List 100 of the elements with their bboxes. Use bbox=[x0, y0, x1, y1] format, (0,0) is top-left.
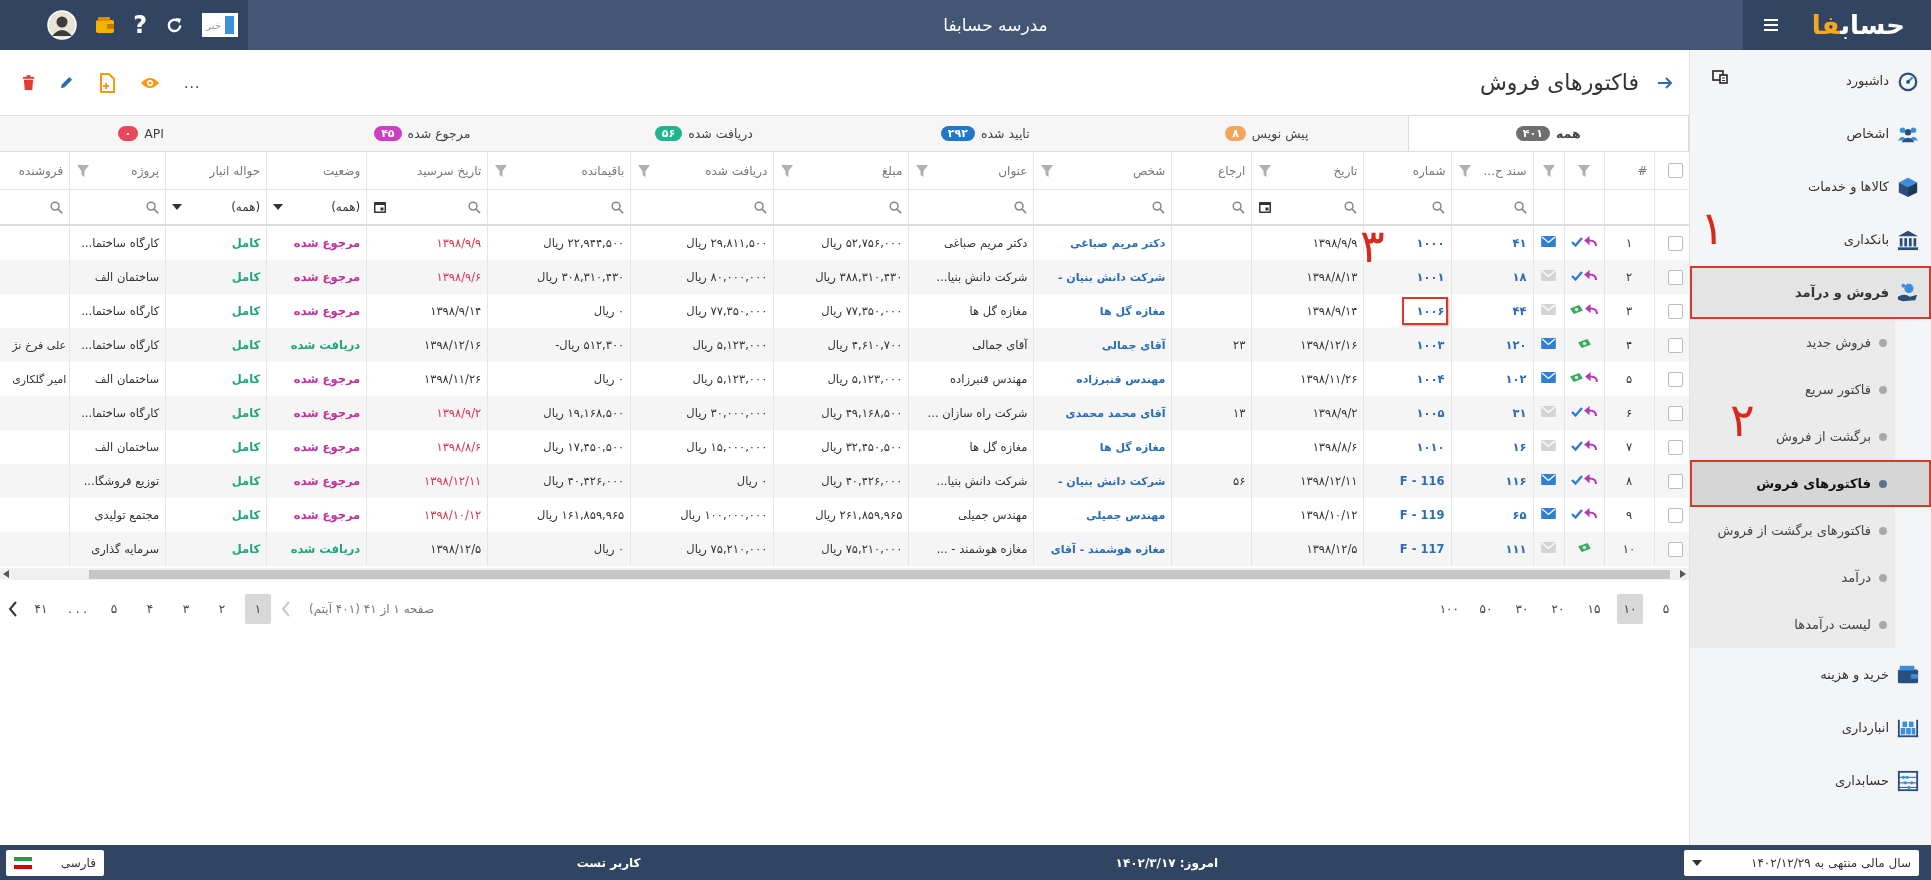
filter-icon[interactable] bbox=[1040, 163, 1055, 178]
filter-icon[interactable] bbox=[1541, 163, 1556, 178]
row-checkbox[interactable] bbox=[1668, 541, 1683, 557]
scroll-arrow-icon[interactable] bbox=[3, 570, 9, 578]
sidebar-item[interactable]: داشبورد bbox=[1840, 54, 1931, 107]
row-checkbox[interactable] bbox=[1668, 337, 1683, 353]
row-checkbox[interactable] bbox=[1668, 507, 1683, 523]
page-size-option[interactable]: ۱۰۰ bbox=[1435, 594, 1463, 624]
invoice-number-link[interactable]: ۱۰۰۶ bbox=[1402, 297, 1449, 325]
document-link[interactable]: ۱۱۱ bbox=[1452, 532, 1533, 566]
help-icon[interactable]: ? bbox=[133, 11, 148, 39]
sidebar-item[interactable]: حسابداری bbox=[1828, 754, 1931, 807]
sidebar-item[interactable]: بانکداری bbox=[1837, 213, 1931, 266]
person-link[interactable]: آقای محمد محمدی bbox=[1033, 396, 1172, 430]
filter-icon[interactable] bbox=[1458, 163, 1473, 178]
column-header[interactable]: شخص bbox=[1132, 163, 1166, 178]
page-size-option[interactable]: ۳۰ bbox=[1509, 594, 1535, 624]
envelope-icon[interactable] bbox=[1541, 372, 1556, 383]
row-checkbox[interactable] bbox=[1668, 235, 1683, 251]
search-icon[interactable] bbox=[1344, 200, 1358, 214]
column-header[interactable]: باقیمانده bbox=[581, 163, 625, 178]
row-checkbox[interactable] bbox=[1668, 269, 1683, 285]
page-size-option[interactable]: ۵ bbox=[1653, 594, 1679, 624]
search-icon[interactable] bbox=[889, 200, 903, 214]
avatar[interactable] bbox=[47, 10, 78, 40]
news-button[interactable]: خبر bbox=[202, 13, 238, 37]
sidebar-item[interactable]: خرید و هزینه bbox=[1814, 648, 1931, 701]
sidebar-item[interactable]: کالاها و خدمات bbox=[1802, 160, 1931, 213]
column-header[interactable]: # bbox=[1637, 163, 1648, 178]
column-header[interactable]: فروشنده bbox=[18, 163, 64, 178]
column-header[interactable]: وضعیت bbox=[323, 163, 361, 178]
column-header[interactable]: عنوان bbox=[998, 163, 1028, 178]
document-link[interactable]: ۱۲۰ bbox=[1452, 328, 1533, 362]
submenu-item[interactable]: برگشت از فروش bbox=[1769, 413, 1895, 460]
document-link[interactable]: ۱۱۶ bbox=[1452, 464, 1533, 498]
search-icon[interactable] bbox=[1152, 200, 1166, 214]
page-button[interactable]: ۱ bbox=[245, 594, 272, 624]
search-icon[interactable] bbox=[146, 200, 160, 214]
arrow-icon[interactable] bbox=[1657, 75, 1673, 90]
calendar-icon[interactable] bbox=[373, 200, 388, 214]
column-header[interactable]: پروژه bbox=[131, 163, 160, 178]
scroll-arrow-icon[interactable] bbox=[1680, 570, 1686, 578]
search-icon[interactable] bbox=[1513, 200, 1527, 214]
column-header[interactable]: تاریخ bbox=[1333, 163, 1358, 178]
column-header[interactable]: سند ح... bbox=[1483, 163, 1527, 178]
filter-icon[interactable] bbox=[637, 163, 652, 178]
page-button[interactable]: ۵ bbox=[101, 594, 128, 624]
page-button[interactable]: ۲ bbox=[209, 594, 236, 624]
filter-icon[interactable] bbox=[780, 163, 795, 178]
sidebar-item[interactable]: اشخاص bbox=[1840, 107, 1931, 160]
row-checkbox[interactable] bbox=[1668, 303, 1683, 319]
submenu-item[interactable]: لیست درآمدها bbox=[1788, 601, 1895, 648]
search-icon[interactable] bbox=[754, 200, 768, 214]
eye-icon[interactable] bbox=[140, 75, 160, 90]
person-link[interactable]: مغازه هوشمند - آقای bbox=[1033, 532, 1172, 566]
filter-icon[interactable] bbox=[1258, 163, 1273, 178]
page-size-option[interactable]: ۱۵ bbox=[1581, 594, 1607, 624]
page-button[interactable]: ۴ bbox=[137, 594, 164, 624]
sidebar-item[interactable]: انبارداری bbox=[1835, 701, 1931, 754]
search-icon[interactable] bbox=[468, 200, 482, 214]
horizontal-scrollbar[interactable] bbox=[0, 568, 1689, 580]
chevron-icon[interactable] bbox=[8, 601, 18, 617]
person-link[interactable]: شرکت دانش بنیان - bbox=[1033, 260, 1172, 294]
calendar-icon[interactable] bbox=[1258, 200, 1273, 214]
envelope-icon[interactable] bbox=[1541, 508, 1556, 519]
submenu-item[interactable]: فاکتورهای فروش bbox=[1690, 460, 1931, 507]
page-size-option[interactable]: ۲۰ bbox=[1545, 594, 1571, 624]
row-checkbox[interactable] bbox=[1668, 439, 1683, 455]
trash-icon[interactable] bbox=[22, 75, 35, 90]
pencil-icon[interactable] bbox=[59, 75, 74, 90]
search-icon[interactable] bbox=[1432, 200, 1446, 214]
document-link[interactable]: ۳۱ bbox=[1452, 396, 1533, 430]
submenu-item[interactable]: درآمد bbox=[1835, 554, 1895, 601]
sidebar-item[interactable]: فروش و درآمد bbox=[1690, 266, 1931, 319]
filter-dropdown[interactable]: (همه) bbox=[273, 200, 361, 214]
invoice-number-link[interactable]: ۱۰۰۰ bbox=[1402, 229, 1449, 257]
column-header[interactable]: تاریخ سرسید bbox=[416, 163, 482, 178]
more-button[interactable]: ... bbox=[184, 74, 201, 91]
filter-icon[interactable] bbox=[76, 163, 91, 178]
search-icon[interactable] bbox=[1014, 200, 1028, 214]
column-header[interactable]: ارجاع bbox=[1218, 163, 1246, 178]
envelope-icon[interactable] bbox=[1541, 236, 1556, 247]
person-link[interactable]: شرکت دانش بنیان - bbox=[1033, 464, 1172, 498]
language-selector[interactable]: فارسی bbox=[6, 849, 104, 876]
invoice-number-link[interactable]: ۱۰۱۰ bbox=[1402, 433, 1449, 461]
page-button[interactable]: ۴۱ bbox=[28, 594, 54, 624]
column-header[interactable]: دریافت شده bbox=[705, 163, 768, 178]
column-header[interactable]: مبلغ bbox=[881, 163, 903, 178]
sidebar-toggle-icon[interactable] bbox=[1712, 70, 1728, 84]
row-checkbox[interactable] bbox=[1668, 405, 1683, 421]
filter-icon[interactable] bbox=[1577, 163, 1591, 178]
wallet-icon[interactable] bbox=[95, 16, 116, 34]
menu-icon[interactable] bbox=[1763, 19, 1778, 31]
document-link[interactable]: ۱۸ bbox=[1452, 260, 1533, 294]
submenu-item[interactable]: فروش جدید bbox=[1800, 319, 1895, 366]
invoice-number-link[interactable]: F - 119 bbox=[1385, 501, 1449, 529]
column-header[interactable]: حواله انبار bbox=[209, 163, 261, 178]
page-size-option[interactable]: ۱۰ bbox=[1617, 594, 1643, 624]
add-file-icon[interactable] bbox=[98, 72, 116, 93]
filter-icon[interactable] bbox=[915, 163, 930, 178]
